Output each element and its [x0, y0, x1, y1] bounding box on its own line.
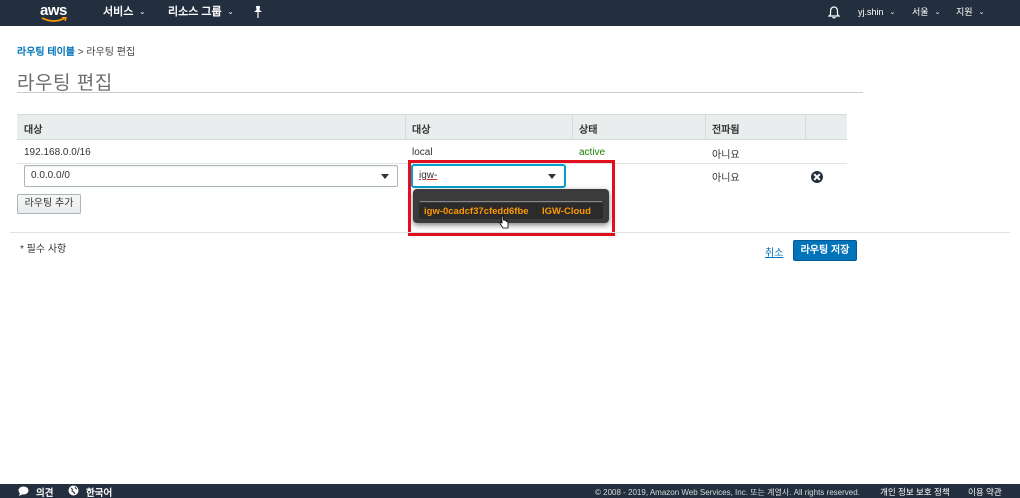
column-header-propagated: 전파됨	[712, 125, 740, 136]
breadcrumb-current: 라우팅 편집	[86, 47, 136, 58]
region-menu[interactable]: 서울 ⌄	[912, 0, 940, 26]
chevron-down-icon: ⌄	[227, 9, 234, 16]
destination-select-value: 0.0.0.0/0	[31, 170, 70, 181]
remove-route-icon[interactable]	[811, 171, 823, 183]
route-destination-cell: 192.168.0.0/16	[24, 147, 91, 158]
feedback-icon	[18, 486, 29, 496]
resource-groups-menu[interactable]: 리소스 그룹 ⌄	[168, 0, 234, 26]
title-divider	[17, 92, 863, 93]
annotation-highlight-box	[408, 160, 615, 236]
user-menu[interactable]: yj.shin ⌄	[858, 0, 895, 26]
column-divider	[805, 115, 806, 140]
route-propagated-cell: 아니요	[712, 150, 740, 161]
copyright-text: © 2008 - 2019, Amazon Web Services, Inc.…	[595, 488, 860, 497]
column-header-destination: 대상	[24, 125, 43, 136]
column-divider	[705, 115, 706, 140]
services-menu[interactable]: 서비스 ⌄	[103, 0, 145, 26]
breadcrumb-separator: >	[77, 47, 84, 58]
column-divider	[405, 115, 406, 140]
save-routes-button[interactable]: 라우팅 저장	[793, 240, 857, 261]
user-menu-label: yj.shin	[858, 7, 884, 17]
chevron-down-icon: ⌄	[889, 9, 896, 16]
privacy-policy-link[interactable]: 개인 정보 보호 정책	[880, 486, 950, 498]
language-selector[interactable]: 한국어	[86, 485, 112, 498]
aws-smile-icon	[41, 17, 67, 22]
cancel-link[interactable]: 취소	[765, 244, 783, 259]
aws-logo[interactable]: aws	[40, 2, 70, 24]
feedback-link[interactable]: 의견	[36, 485, 53, 498]
services-menu-label: 서비스	[103, 6, 134, 18]
route-propagated-cell: 아니요	[712, 173, 740, 184]
chevron-down-icon: ⌄	[139, 9, 146, 16]
terms-of-use-link[interactable]: 이용 약관	[968, 486, 1002, 498]
column-header-target: 대상	[412, 125, 431, 136]
breadcrumb-route-tables-link[interactable]: 라우팅 테이블	[17, 47, 75, 58]
column-divider	[572, 115, 573, 140]
chevron-down-icon: ⌄	[978, 9, 985, 16]
support-menu[interactable]: 지원 ⌄	[956, 0, 984, 26]
top-navigation-bar: aws 서비스 ⌄ 리소스 그룹 ⌄ yj.shin ⌄ 서울 ⌄ 지원 ⌄	[0, 0, 1020, 26]
destination-select[interactable]: 0.0.0.0/0	[24, 165, 398, 187]
globe-icon	[68, 485, 79, 496]
console-footer: 의견 한국어 © 2008 - 2019, Amazon Web Service…	[0, 484, 1020, 498]
chevron-down-icon: ⌄	[934, 9, 941, 16]
page-title: 라우팅 편집	[17, 73, 113, 94]
caret-down-icon	[381, 174, 389, 179]
breadcrumb: 라우팅 테이블 > 라우팅 편집	[17, 43, 135, 58]
add-route-button[interactable]: 라우팅 추가	[17, 194, 81, 214]
column-header-status: 상태	[579, 125, 598, 136]
route-status-cell: active	[579, 147, 606, 158]
bell-icon[interactable]	[828, 6, 840, 19]
region-menu-label: 서울	[912, 7, 929, 17]
resource-groups-label: 리소스 그룹	[168, 6, 222, 18]
route-target-cell: local	[412, 147, 433, 158]
routes-table-header: 대상 대상 상태 전파됨	[17, 114, 847, 140]
pin-icon[interactable]	[253, 6, 263, 18]
form-footer-divider	[10, 232, 1010, 233]
required-note: * 필수 사항	[20, 244, 67, 255]
hand-cursor-icon	[499, 215, 509, 229]
support-menu-label: 지원	[956, 7, 973, 17]
